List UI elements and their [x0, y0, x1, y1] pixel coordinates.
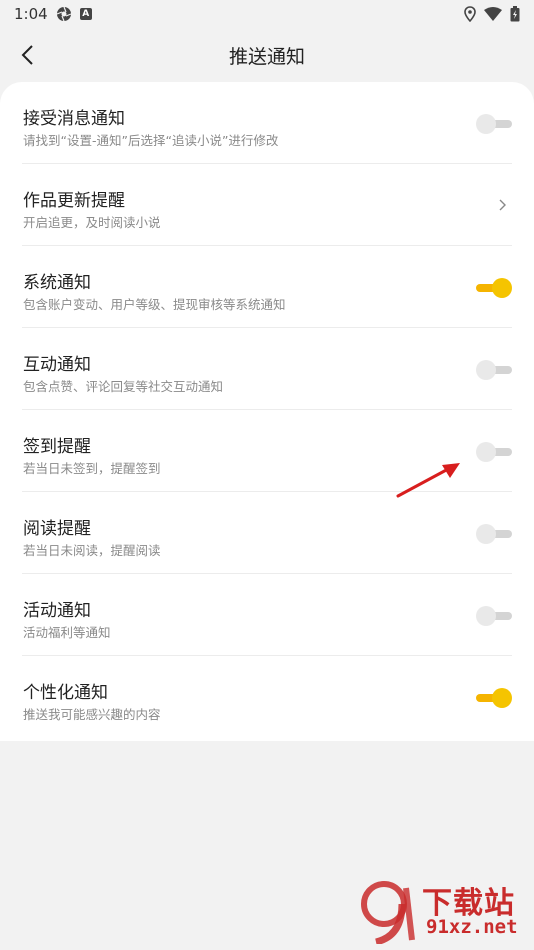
reading-reminder-toggle[interactable]: [476, 524, 512, 544]
setting-title: 互动通知: [23, 355, 91, 375]
status-bar: 1:04 A: [0, 0, 534, 28]
setting-subtitle: 推送我可能感兴趣的内容: [23, 707, 161, 722]
setting-subtitle: 若当日未阅读，提醒阅读: [23, 543, 161, 558]
setting-subtitle: 请找到“设置-通知”后选择“追读小说”进行修改: [23, 133, 279, 148]
setting-title: 个性化通知: [23, 683, 108, 703]
setting-subtitle: 开启追更，及时阅读小说: [23, 215, 161, 230]
setting-row-activity-notice[interactable]: 活动通知 活动福利等通知: [22, 574, 512, 656]
setting-subtitle: 活动福利等通知: [23, 625, 111, 640]
setting-subtitle: 包含点赞、评论回复等社交互动通知: [23, 379, 224, 394]
wifi-icon: [484, 7, 502, 21]
back-button[interactable]: [10, 38, 44, 72]
setting-row-reading-reminder[interactable]: 阅读提醒 若当日未阅读，提醒阅读: [22, 492, 512, 574]
status-time: 1:04: [14, 5, 48, 23]
accept-messages-toggle[interactable]: [476, 114, 512, 134]
page-title: 推送通知: [228, 45, 305, 68]
header: 推送通知: [0, 28, 534, 82]
setting-row-accept-messages[interactable]: 接受消息通知 请找到“设置-通知”后选择“追读小说”进行修改: [22, 82, 512, 164]
battery-icon: [510, 6, 520, 22]
watermark-logo-icon: [361, 881, 415, 944]
chevron-right-icon: [499, 199, 506, 211]
setting-subtitle: 包含账户变动、用户等级、提现审核等系统通知: [23, 297, 286, 312]
setting-row-interaction-notice[interactable]: 互动通知 包含点赞、评论回复等社交互动通知: [22, 328, 512, 410]
watermark-url: 91xz.net: [426, 916, 518, 938]
setting-title: 系统通知: [23, 273, 91, 293]
setting-title: 签到提醒: [23, 437, 91, 457]
personalized-notice-toggle[interactable]: [476, 688, 512, 708]
activity-notice-toggle[interactable]: [476, 606, 512, 626]
back-arrow-icon: [21, 45, 33, 65]
app-badge-icon: A: [79, 8, 92, 20]
site-watermark: 下载站 91xz.net: [356, 874, 528, 948]
setting-title: 作品更新提醒: [23, 191, 125, 211]
checkin-reminder-toggle[interactable]: [476, 442, 512, 462]
setting-row-system-notice[interactable]: 系统通知 包含账户变动、用户等级、提现审核等系统通知: [22, 246, 512, 328]
settings-list: 接受消息通知 请找到“设置-通知”后选择“追读小说”进行修改 作品更新提醒 开启…: [0, 82, 534, 741]
interaction-notice-toggle[interactable]: [476, 360, 512, 380]
setting-title: 阅读提醒: [23, 519, 91, 539]
setting-title: 活动通知: [23, 601, 91, 621]
system-notice-toggle[interactable]: [476, 278, 512, 298]
annotation-arrow-icon: [396, 463, 460, 498]
setting-row-update-reminder[interactable]: 作品更新提醒 开启追更，及时阅读小说: [22, 164, 512, 246]
setting-title: 接受消息通知: [23, 109, 125, 129]
aperture-icon: [56, 6, 72, 22]
setting-row-personalized-notice[interactable]: 个性化通知 推送我可能感兴趣的内容: [22, 656, 512, 738]
setting-subtitle: 若当日未签到，提醒签到: [23, 461, 161, 476]
location-icon: [464, 6, 476, 22]
